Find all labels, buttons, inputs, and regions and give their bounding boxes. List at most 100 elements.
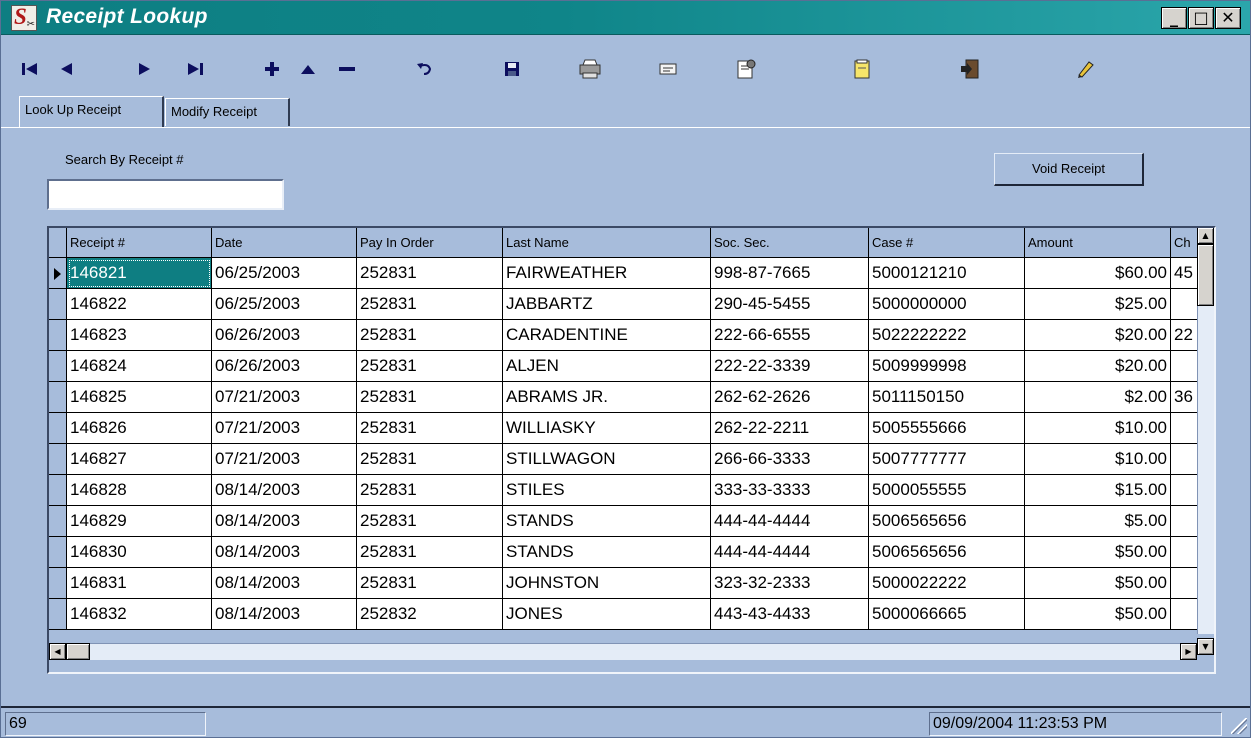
horizontal-scrollbar[interactable]: ◀ ▶ [49,643,1197,660]
cell-date[interactable]: 07/21/2003 [212,413,357,444]
cell-receipt-number[interactable]: 146821 [67,258,212,289]
column-header-amount[interactable]: Amount [1025,228,1171,258]
cell-amount[interactable]: $15.00 [1025,475,1171,506]
vertical-scroll-thumb[interactable] [1197,244,1214,306]
cell-receipt-number[interactable]: 146828 [67,475,212,506]
table-row[interactable]: 146824 06/26/2003 252831 ALJEN 222-22-3339 50… [49,351,1197,382]
notes-button[interactable] [848,56,876,82]
cell-pay-in-order[interactable]: 252831 [357,475,503,506]
cell-amount[interactable]: $20.00 [1025,351,1171,382]
table-row[interactable]: 146821 06/25/2003 252831 FAIRWEATHER 998-87-… [49,258,1197,289]
cell-amount[interactable]: $50.00 [1025,568,1171,599]
cell-last-name[interactable]: JABBARTZ [503,289,711,320]
cell-case-number[interactable]: 5006565656 [869,506,1025,537]
cell-ch[interactable] [1171,289,1197,320]
resize-grip-icon[interactable] [1231,718,1247,734]
cell-date[interactable]: 08/14/2003 [212,568,357,599]
title-bar[interactable]: S ✂ Receipt Lookup _ □ ✕ [1,1,1250,35]
cell-ch[interactable] [1171,475,1197,506]
cell-soc-sec[interactable]: 262-22-2211 [711,413,869,444]
cell-soc-sec[interactable]: 262-62-2626 [711,382,869,413]
cell-soc-sec[interactable]: 323-32-2333 [711,568,869,599]
edit-record-button[interactable] [294,56,322,82]
table-row[interactable]: 146829 08/14/2003 252831 STANDS 444-44-4444 5… [49,506,1197,537]
cell-receipt-number[interactable]: 146824 [67,351,212,382]
column-header-receipt-number[interactable]: Receipt # [67,228,212,258]
cell-soc-sec[interactable]: 266-66-3333 [711,444,869,475]
cell-soc-sec[interactable]: 444-44-4444 [711,537,869,568]
cell-case-number[interactable]: 5006565656 [869,537,1025,568]
cell-ch[interactable]: 22 [1171,320,1197,351]
close-button[interactable]: ✕ [1215,7,1241,29]
cell-last-name[interactable]: JOHNSTON [503,568,711,599]
cell-amount[interactable]: $10.00 [1025,413,1171,444]
cell-soc-sec[interactable]: 444-44-4444 [711,506,869,537]
cell-ch[interactable] [1171,444,1197,475]
add-record-button[interactable] [258,56,286,82]
cell-pay-in-order[interactable]: 252831 [357,413,503,444]
cell-amount[interactable]: $2.00 [1025,382,1171,413]
cell-pay-in-order[interactable]: 252831 [357,289,503,320]
row-selector[interactable] [49,413,67,444]
cell-amount[interactable]: $5.00 [1025,506,1171,537]
row-selector[interactable] [49,320,67,351]
cell-amount[interactable]: $20.00 [1025,320,1171,351]
cell-last-name[interactable]: CARADENTINE [503,320,711,351]
row-selector[interactable] [49,289,67,320]
cell-pay-in-order[interactable]: 252831 [357,568,503,599]
cell-last-name[interactable]: FAIRWEATHER [503,258,711,289]
column-header-case-number[interactable]: Case # [869,228,1025,258]
void-receipt-button[interactable]: Void Receipt [994,153,1144,186]
minimize-button[interactable]: _ [1161,7,1187,29]
row-selector[interactable] [49,537,67,568]
column-header-soc-sec[interactable]: Soc. Sec. [711,228,869,258]
table-row[interactable]: 146830 08/14/2003 252831 STANDS 444-44-4444 5… [49,537,1197,568]
cell-soc-sec[interactable]: 443-43-4433 [711,599,869,630]
cell-soc-sec[interactable]: 290-45-5455 [711,289,869,320]
cell-pay-in-order[interactable]: 252831 [357,320,503,351]
cell-last-name[interactable]: ALJEN [503,351,711,382]
cell-ch[interactable]: 36 [1171,382,1197,413]
row-selector[interactable] [49,444,67,475]
previous-record-button[interactable] [52,56,80,82]
horizontal-scroll-thumb[interactable] [66,643,90,660]
cell-last-name[interactable]: STANDS [503,506,711,537]
table-row[interactable]: 146825 07/21/2003 252831 ABRAMS JR. 262-62-2… [49,382,1197,413]
tab-modify-receipt[interactable]: Modify Receipt [165,98,290,126]
cell-receipt-number[interactable]: 146825 [67,382,212,413]
scroll-left-button[interactable]: ◀ [49,643,66,660]
maximize-button[interactable]: □ [1188,7,1214,29]
cell-amount[interactable]: $50.00 [1025,599,1171,630]
cell-ch[interactable] [1171,537,1197,568]
cell-last-name[interactable]: WILLIASKY [503,413,711,444]
cell-amount[interactable]: $60.00 [1025,258,1171,289]
cell-receipt-number[interactable]: 146832 [67,599,212,630]
next-record-button[interactable] [131,56,159,82]
row-selector[interactable] [49,382,67,413]
table-row[interactable]: 146831 08/14/2003 252831 JOHNSTON 323-32-233… [49,568,1197,599]
column-header-ch[interactable]: Ch [1171,228,1197,258]
cell-case-number[interactable]: 5022222222 [869,320,1025,351]
scroll-right-button[interactable]: ▶ [1180,643,1197,660]
pencil-button[interactable] [1071,56,1099,82]
table-row[interactable]: 146826 07/21/2003 252831 WILLIASKY 262-22-22… [49,413,1197,444]
cell-case-number[interactable]: 5000000000 [869,289,1025,320]
cell-ch[interactable]: 45 [1171,258,1197,289]
cell-receipt-number[interactable]: 146829 [67,506,212,537]
row-selector[interactable] [49,568,67,599]
row-selector[interactable] [49,599,67,630]
table-row[interactable]: 146823 06/26/2003 252831 CARADENTINE 222-66-… [49,320,1197,351]
cell-pay-in-order[interactable]: 252832 [357,599,503,630]
vertical-scrollbar[interactable]: ▲ ▼ [1197,228,1214,655]
cell-soc-sec[interactable]: 998-87-7665 [711,258,869,289]
cell-ch[interactable] [1171,351,1197,382]
cell-date[interactable]: 06/25/2003 [212,289,357,320]
cell-amount[interactable]: $50.00 [1025,537,1171,568]
table-row[interactable]: 146827 07/21/2003 252831 STILLWAGON 266-66-3… [49,444,1197,475]
cell-case-number[interactable]: 5000022222 [869,568,1025,599]
cell-ch[interactable] [1171,413,1197,444]
cell-soc-sec[interactable]: 222-66-6555 [711,320,869,351]
table-row[interactable]: 146822 06/25/2003 252831 JABBARTZ 290-45-545… [49,289,1197,320]
cell-date[interactable]: 06/26/2003 [212,320,357,351]
cell-case-number[interactable]: 5000121210 [869,258,1025,289]
